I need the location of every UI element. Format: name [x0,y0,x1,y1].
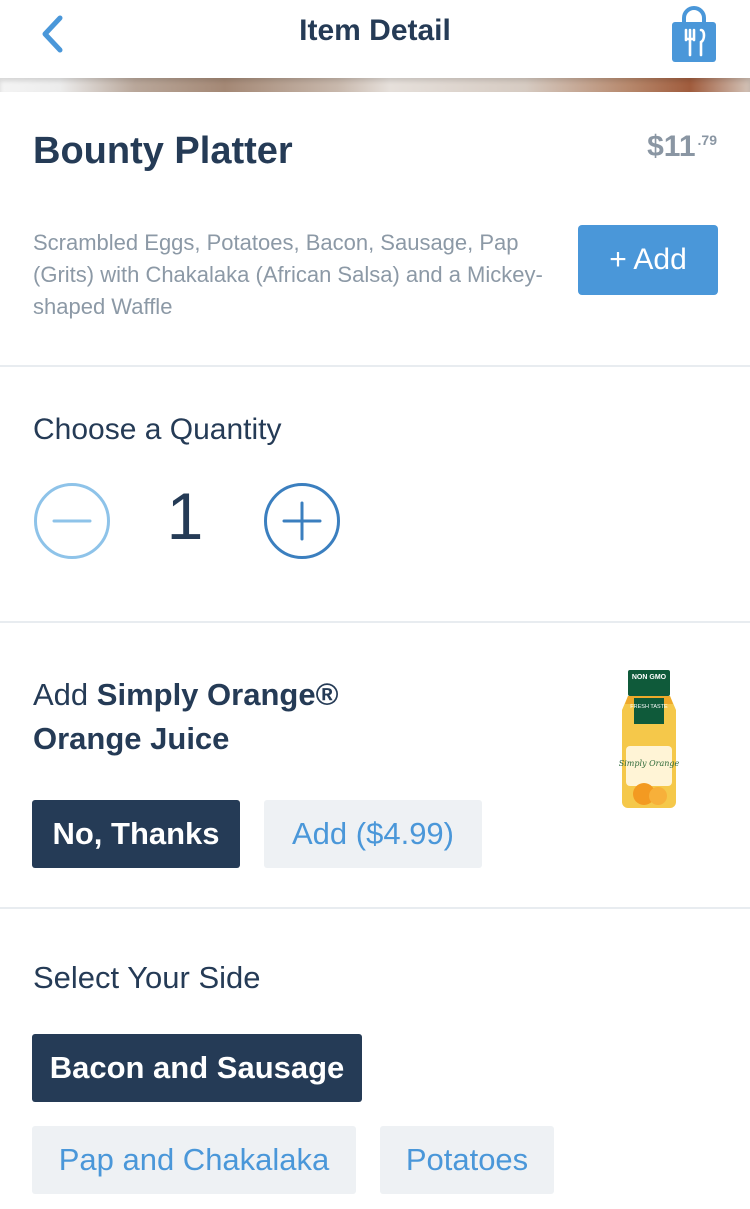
quantity-title: Choose a Quantity [33,413,282,446]
shopping-bag-icon [672,6,716,62]
bottle-label-brand: Simply Orange [619,759,680,768]
price-cents: .79 [697,132,717,148]
price-dollars: $11 [647,130,696,163]
plus-icon [264,483,340,559]
item-description: Scrambled Eggs, Potatoes, Bacon, Sausage… [33,230,543,319]
orange-juice-bottle-image: NON GMO FRESH TASTE Simply Orange [619,670,680,808]
add-to-order-button[interactable]: + Add [578,225,718,295]
quantity-section [0,367,750,623]
side-title: Select Your Side [33,960,261,995]
side-option-pap-and-chakalaka[interactable]: Pap and Chakalaka [32,1126,356,1194]
side-option-bacon-and-sausage[interactable]: Bacon and Sausage [32,1034,362,1102]
top-nav-bar: Item Detail [0,0,750,78]
hero-image-edge [0,78,750,92]
item-price: $11.79 [647,130,717,164]
minus-icon [34,483,110,559]
upsell-product-line1: Simply Orange® [96,677,339,712]
shopping-bag-button[interactable] [668,6,720,64]
upsell-option-add[interactable]: Add ($4.99) [264,800,482,868]
upsell-prefix: Add [33,677,97,712]
increment-quantity-button[interactable] [263,482,341,560]
bottle-label-fresh-taste: FRESH TASTE [630,704,668,710]
upsell-option-no-thanks[interactable]: No, Thanks [32,800,240,868]
decrement-quantity-button[interactable] [33,482,111,560]
upsell-product-line2: Orange Juice [33,721,230,756]
quantity-value: 1 [166,479,204,553]
page-title: Item Detail [299,14,451,47]
bottle-label-non-gmo: NON GMO [632,674,667,681]
upsell-title: Add Simply Orange® Orange Juice [33,673,338,761]
side-option-potatoes[interactable]: Potatoes [380,1126,554,1194]
item-name: Bounty Platter [33,130,293,172]
